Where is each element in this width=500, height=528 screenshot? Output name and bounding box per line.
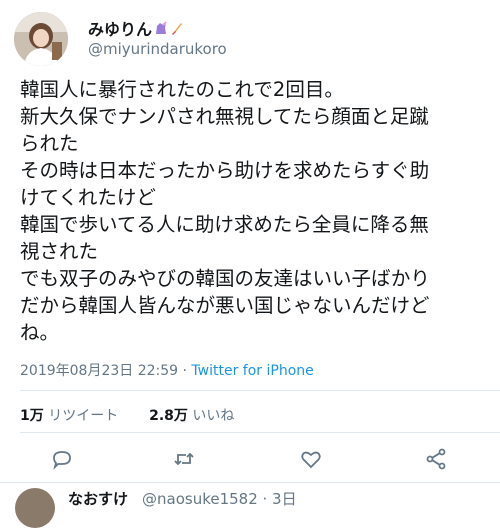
retweet-icon[interactable] <box>172 447 196 471</box>
action-bar <box>0 447 500 471</box>
retweets-stat[interactable]: 1万 リツイート <box>20 408 118 424</box>
unicorn-emoji-icon <box>154 20 168 36</box>
user-handle[interactable]: @miyurindarukoro <box>88 40 227 58</box>
retweets-count: 1万 <box>20 408 44 424</box>
divider <box>20 390 500 391</box>
divider <box>0 482 500 483</box>
timestamp[interactable]: 2019年08月23日 22:59 <box>20 363 178 379</box>
likes-label: いいね <box>192 408 235 424</box>
tweet-line: 視された <box>20 240 99 263</box>
tweet-line: ね。 <box>20 321 60 344</box>
tweet-line: けてくれたけど <box>20 186 156 209</box>
tweet-line: られた <box>20 132 79 155</box>
meta-separator: · <box>178 363 192 379</box>
reply-handle-time: @naosuke1582 · 3日 <box>142 490 297 508</box>
retweets-label: リツイート <box>48 408 119 424</box>
reply-display-name[interactable]: なおすけ <box>68 488 128 509</box>
avatar[interactable] <box>14 12 68 66</box>
like-icon[interactable] <box>299 447 323 471</box>
reply-icon[interactable] <box>50 447 74 471</box>
tweet-line: その時は日本だったから助けを求めたらすぐ助 <box>20 159 430 182</box>
divider <box>20 432 500 433</box>
source-link[interactable]: Twitter for iPhone <box>191 363 313 379</box>
display-name-text: みゆりん <box>88 20 153 39</box>
tweet-line: だから韓国人皆んなが悪い国じゃないんだけど <box>20 294 430 317</box>
reply-avatar[interactable] <box>15 488 55 528</box>
tweet-line: でも双子のみやびの韓国の友達はいい子ばかり <box>20 267 430 290</box>
rocket-emoji-icon <box>170 20 184 36</box>
tweet-line: 韓国で歩いてる人に助け求めたら全員に降る無 <box>20 213 429 236</box>
tweet-meta: 2019年08月23日 22:59 · Twitter for iPhone <box>20 360 314 380</box>
tweet-line: 韓国人に暴行されたのこれで2回目。 <box>20 78 344 101</box>
display-name[interactable]: みゆりん <box>88 16 184 40</box>
share-icon[interactable] <box>424 447 448 471</box>
likes-count: 2.8万 <box>149 408 188 424</box>
tweet-stats: 1万 リツイート 2.8万 いいね <box>20 405 234 425</box>
tweet-text: 韓国人に暴行されたのこれで2回目。 新大久保でナンパされ無視してたら顔面と足蹴 … <box>20 76 490 346</box>
reply-preview[interactable]: なおすけ @naosuke1582 · 3日 <box>0 486 500 528</box>
likes-stat[interactable]: 2.8万 いいね <box>149 408 234 424</box>
tweet-line: 新大久保でナンパされ無視してたら顔面と足蹴 <box>20 105 429 128</box>
